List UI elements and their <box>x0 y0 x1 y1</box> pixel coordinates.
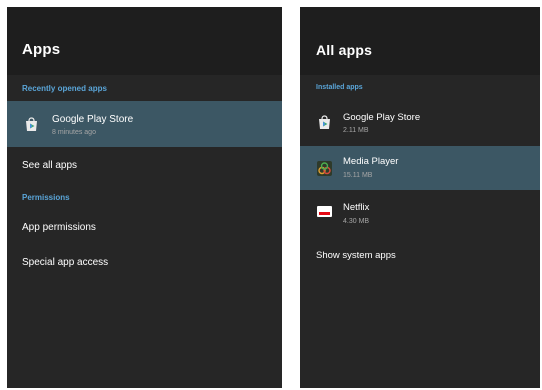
app-size: 15.11 MB <box>343 172 373 179</box>
app-row-google-play-store[interactable]: Google Play Store 2.11 MB <box>300 102 540 144</box>
page-title: Apps <box>22 41 61 58</box>
special-app-access-item[interactable]: Special app access <box>22 257 108 268</box>
app-row-netflix[interactable]: Netflix 4.30 MB <box>300 193 540 235</box>
see-all-apps-item[interactable]: See all apps <box>22 160 77 171</box>
all-apps-screen: All apps Installed apps Google Play Stor… <box>300 7 540 388</box>
apps-header: Apps <box>7 7 282 75</box>
netflix-icon <box>317 206 332 217</box>
app-name: Media Player <box>343 156 399 167</box>
all-apps-header: All apps <box>300 7 540 75</box>
media-player-icon <box>317 161 332 176</box>
section-recently-opened: Recently opened apps <box>22 84 107 93</box>
app-name: Google Play Store <box>52 114 134 125</box>
app-row-media-player[interactable]: Media Player 15.11 MB <box>300 146 540 190</box>
play-store-icon <box>24 117 39 132</box>
app-last-opened: 8 minutes ago <box>52 129 96 136</box>
app-name: Google Play Store <box>343 112 421 123</box>
section-permissions: Permissions <box>22 193 70 202</box>
page-title: All apps <box>316 42 373 58</box>
app-size: 4.30 MB <box>343 218 370 225</box>
app-name: Netflix <box>343 202 370 213</box>
recent-app-google-play-store[interactable]: Google Play Store 8 minutes ago <box>7 101 282 147</box>
app-size: 2.11 MB <box>343 127 369 134</box>
show-system-apps-item[interactable]: Show system apps <box>316 250 396 261</box>
app-permissions-item[interactable]: App permissions <box>22 222 96 233</box>
section-installed-apps: Installed apps <box>316 84 363 91</box>
play-store-icon <box>317 115 332 130</box>
apps-screen: Apps Recently opened apps Google Play St… <box>7 7 282 388</box>
